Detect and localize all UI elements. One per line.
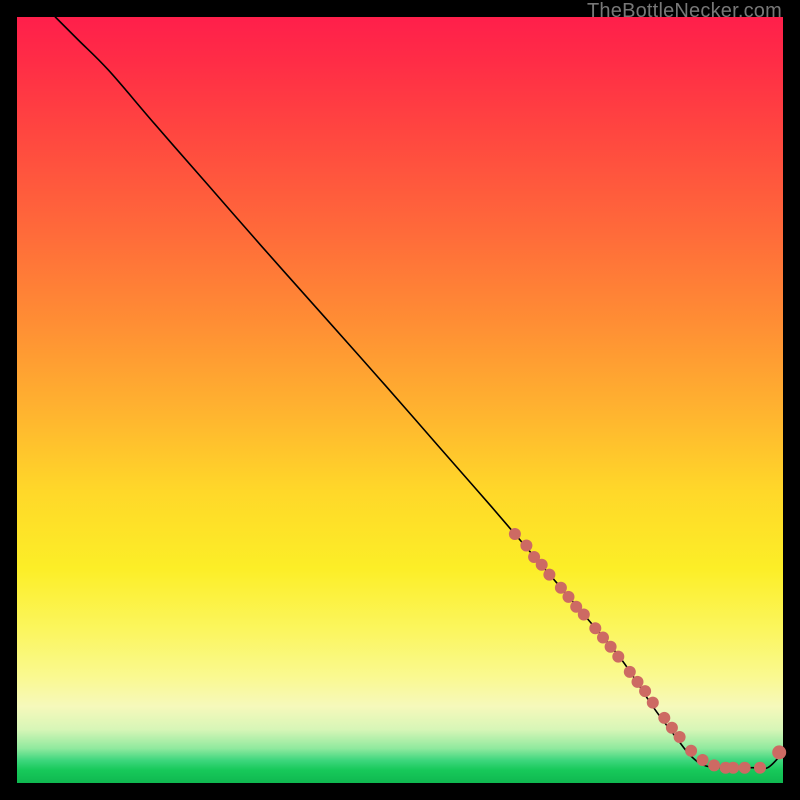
highlight-dot [543,569,555,581]
highlight-dot [666,722,678,734]
highlight-dot [727,762,739,774]
highlight-dot [597,632,609,644]
highlight-dot [697,754,709,766]
highlight-dot [555,582,567,594]
highlight-dot [772,745,786,759]
highlight-dot [578,609,590,621]
highlight-dot [685,745,697,757]
highlight-dot [708,759,720,771]
chart-stage: TheBottleNecker.com [0,0,800,800]
bottleneck-curve [55,17,783,769]
plot-area [17,17,783,783]
highlight-dot [612,651,624,663]
highlight-dot [589,622,601,634]
highlight-dot [639,685,651,697]
highlight-dot [647,697,659,709]
highlight-dot [674,731,686,743]
watermark-text: TheBottleNecker.com [587,0,782,23]
highlight-dot [520,540,532,552]
highlight-dot [739,762,751,774]
highlight-dot [509,528,521,540]
highlight-dot [605,641,617,653]
chart-svg [17,17,783,783]
highlight-dot [624,666,636,678]
highlight-dots-group [509,528,786,774]
highlight-dot [658,712,670,724]
highlight-dot [754,762,766,774]
highlight-dot [536,559,548,571]
highlight-dot [563,591,575,603]
highlight-dot [632,676,644,688]
